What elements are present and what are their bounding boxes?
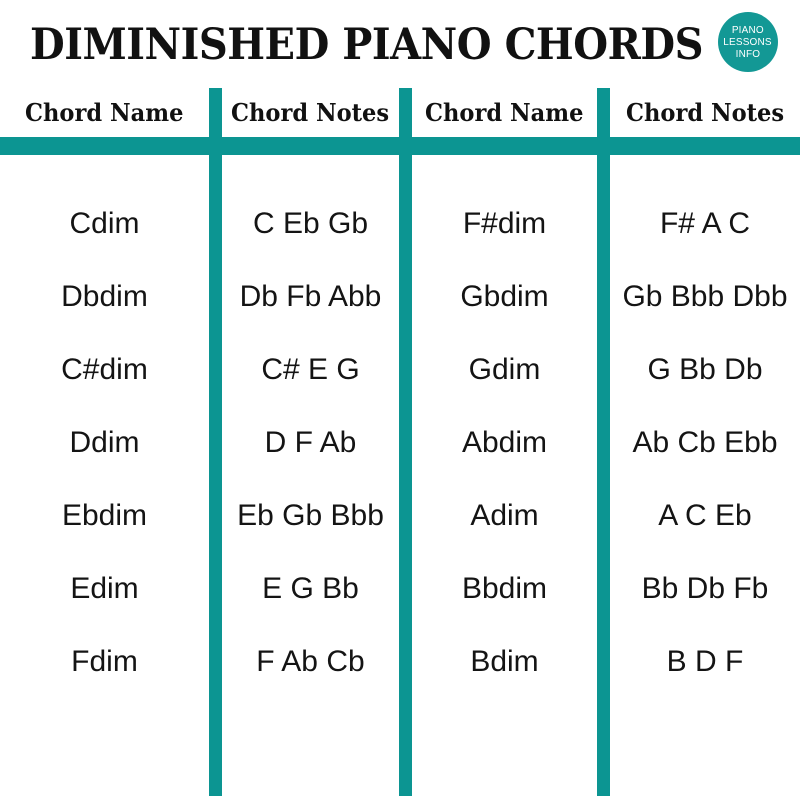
table-cell: F#dim — [462, 207, 547, 240]
table-cell: Cdim — [69, 207, 140, 240]
table-cell: Ebdim — [61, 499, 148, 532]
table-cell: Bbdim — [461, 572, 548, 605]
table-cell: Adim — [470, 499, 539, 532]
table-cell: Db Fb Abb — [239, 280, 382, 313]
piano-lessons-info-logo: PIANO LESSONS INFO — [718, 12, 778, 72]
table-cell: Gb Bbb Dbb — [622, 280, 788, 313]
column-divider-2 — [399, 88, 412, 796]
table-cell: Fdim — [71, 645, 138, 678]
table-cell: C# E G — [261, 353, 360, 386]
table-cell: C Eb Gb — [252, 207, 369, 240]
table-cell: A C Eb — [658, 499, 752, 532]
table-cell: F# A C — [659, 207, 751, 240]
column-divider-1 — [209, 88, 222, 796]
table-cell: G Bb Db — [647, 353, 763, 386]
table-cell: Edim — [70, 572, 139, 605]
column-divider-3 — [597, 88, 610, 796]
page-title: DIMINISHED PIANO CHORDS — [30, 20, 704, 70]
chord-chart-page: DIMINISHED PIANO CHORDS PIANO LESSONS IN… — [0, 0, 800, 800]
table-cell: E G Bb — [262, 572, 359, 605]
column-header-label: Chord Name — [425, 98, 584, 127]
column-header-label: Chord Notes — [625, 98, 785, 127]
table-cell: Bdim — [470, 645, 539, 678]
table-cell: Ddim — [69, 426, 140, 459]
logo-line-2: LESSONS — [723, 36, 773, 48]
table-cell: C#dim — [61, 353, 148, 386]
column-header-chord-notes-2: Chord Notes — [610, 96, 800, 130]
table-cell: Dbdim — [61, 280, 148, 313]
column-header-chord-notes-1: Chord Notes — [222, 96, 399, 130]
column-header-label: Chord Name — [25, 98, 184, 127]
table-cell: Ab Cb Ebb — [632, 426, 778, 459]
column-header-chord-name-2: Chord Name — [412, 96, 597, 130]
table-cell: B D F — [666, 645, 744, 678]
column-header-label: Chord Notes — [231, 98, 390, 127]
logo-line-3: INFO — [735, 48, 761, 60]
table-cell: Abdim — [461, 426, 548, 459]
column-header-chord-name-1: Chord Name — [0, 96, 209, 130]
table-cell: Eb Gb Bbb — [237, 499, 384, 532]
table-cell: Gbdim — [460, 280, 549, 313]
table-cell: F Ab Cb — [256, 645, 365, 678]
logo-line-1: PIANO — [731, 24, 765, 36]
table-cell: Bb Db Fb — [641, 572, 769, 605]
table-cell: Gdim — [468, 353, 541, 386]
table-cell: D F Ab — [264, 426, 357, 459]
